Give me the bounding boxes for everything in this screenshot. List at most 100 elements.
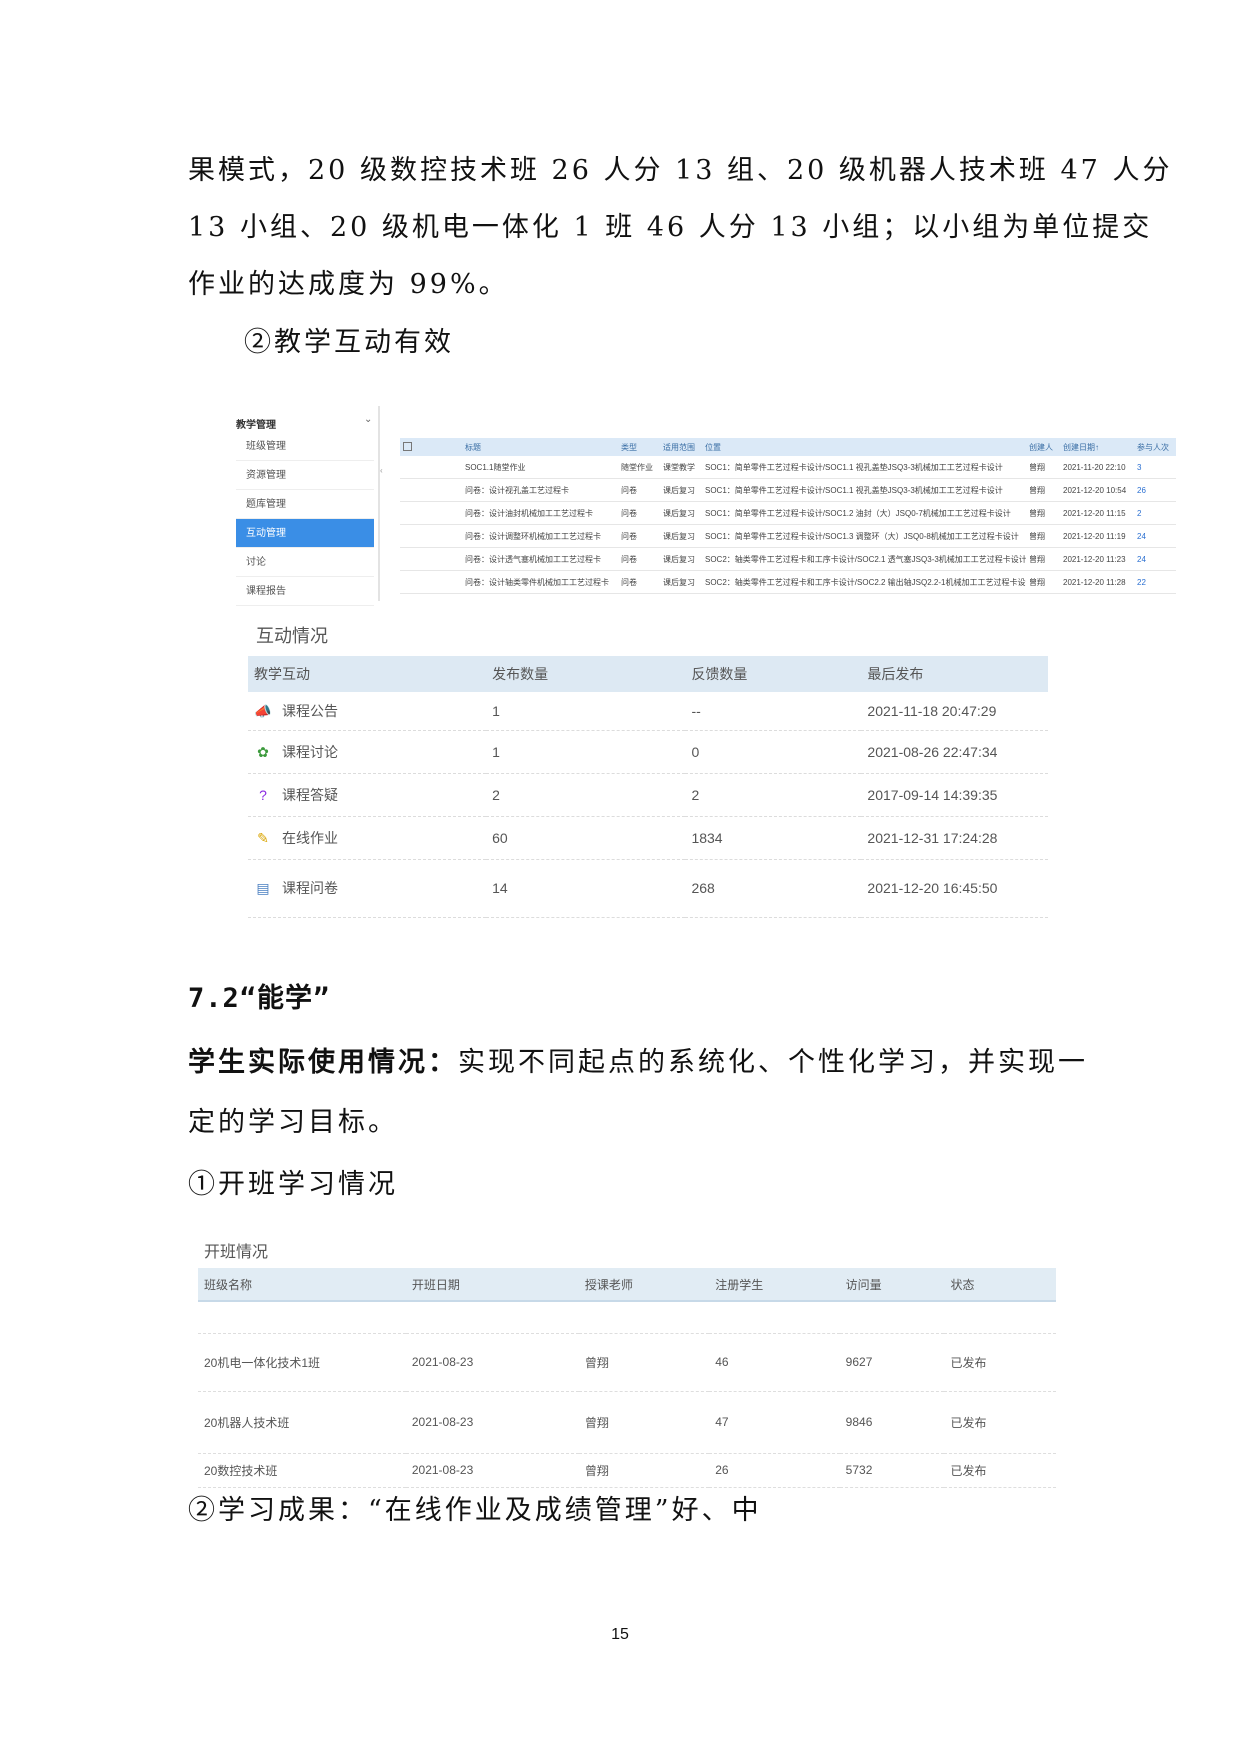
classes-screenshot: 开班情况 班级名称 开班日期 授课老师 注册学生 访问量 状态 20机电一体化技术1班 20…: [198, 1230, 1056, 1488]
sidebar-item[interactable]: 互动管理: [236, 519, 374, 548]
subheading-open-class: ①开班学习情况: [188, 1169, 398, 1200]
class-cell[interactable]: 20机器人技术班: [198, 1391, 406, 1454]
select-all-checkbox[interactable]: [400, 438, 462, 456]
feedback-count: 0: [685, 730, 862, 774]
table-cell: 2021-12-20 10:54: [1060, 478, 1134, 502]
table-cell[interactable]: 24: [1134, 547, 1176, 571]
column-header: 班级名称: [198, 1268, 406, 1302]
table-cell: 课后复习: [660, 570, 702, 594]
last-published: 2021-12-20 16:45:50: [861, 859, 1048, 918]
chevron-down-icon[interactable]: ⌄: [364, 414, 372, 425]
table-cell: 问卷: [618, 524, 660, 548]
interaction-type-label[interactable]: 课程问卷: [282, 880, 338, 896]
row-checkbox-cell[interactable]: [400, 547, 462, 571]
collapse-handle[interactable]: ‹: [380, 466, 386, 496]
table-cell: 课后复习: [660, 478, 702, 502]
row-checkbox-cell[interactable]: [400, 478, 462, 502]
table-cell: 问卷: [618, 570, 660, 594]
class-row[interactable]: 20机电一体化技术1班 2021-08-23 曾翔 46 9627 已发布: [198, 1333, 1056, 1392]
class-row[interactable]: 20机器人技术班 2021-08-23 曾翔 47 9846 已发布: [198, 1391, 1056, 1454]
class-cell: 已发布: [944, 1333, 1056, 1392]
table-row[interactable]: SOC1.1随堂作业 随堂作业 课堂教学 SOC1：简单零件工艺过程卡设计/SOC1.…: [400, 456, 1176, 479]
column-header[interactable]: 类型: [618, 438, 660, 456]
published-count: 14: [486, 859, 686, 918]
interaction-row[interactable]: ▤ 课程问卷 14 268 2021-12-20 16:45:50: [248, 859, 1048, 918]
student-usage-line-2: 定的学习目标。: [188, 1107, 398, 1138]
subheading-interaction: ②教学互动有效: [244, 327, 454, 358]
interaction-row[interactable]: ? 课程答疑 2 2 2017-09-14 14:39:35: [248, 773, 1048, 817]
sidebar-title: 教学管理: [236, 420, 276, 431]
row-checkbox-cell[interactable]: [400, 456, 462, 479]
last-published: 2021-11-18 20:47:29: [861, 692, 1048, 731]
column-header[interactable]: 创建日期↑: [1060, 438, 1134, 456]
column-header[interactable]: 标题: [462, 438, 618, 456]
table-cell[interactable]: 26: [1134, 478, 1176, 502]
row-checkbox-cell[interactable]: [400, 501, 462, 525]
interaction-type-label[interactable]: 课程答疑: [282, 787, 338, 803]
column-header[interactable]: 创建人: [1026, 438, 1060, 456]
published-count: 1: [486, 692, 686, 731]
class-cell: 47: [709, 1391, 840, 1454]
table-cell[interactable]: 24: [1134, 524, 1176, 548]
table-row[interactable]: 问卷：设计油封机械加工工艺过程卡 问卷 课后复习 SOC1：简单零件工艺过程卡设计/S…: [400, 501, 1176, 525]
interaction-type-label[interactable]: 课程讨论: [282, 744, 338, 760]
sidebar-item[interactable]: 讨论: [236, 548, 374, 577]
interaction-row[interactable]: ✿ 课程讨论 1 0 2021-08-26 22:47:34: [248, 730, 1048, 774]
table-row[interactable]: 问卷：设计调整环机械加工工艺过程卡 问卷 课后复习 SOC1：简单零件工艺过程卡设计/…: [400, 524, 1176, 548]
column-header[interactable]: 位置: [702, 438, 1026, 456]
table-cell: 2021-12-20 11:23: [1060, 547, 1134, 571]
column-header[interactable]: 参与人次: [1134, 438, 1176, 456]
sidebar-item[interactable]: 课程报告: [236, 577, 374, 606]
row-checkbox-cell[interactable]: [400, 524, 462, 548]
sidebar-item[interactable]: 资源管理: [236, 461, 374, 490]
feedback-count: 1834: [685, 816, 862, 860]
interaction-table: 教学互动 发布数量 反馈数量 最后发布 📣 课程公告 1 -- 2021-11-18 20:4…: [248, 656, 1048, 918]
row-checkbox-cell[interactable]: [400, 570, 462, 594]
class-cell: 9627: [839, 1333, 945, 1392]
table-cell: 问卷: [618, 547, 660, 571]
table-cell: SOC1.1随堂作业: [462, 456, 618, 479]
table-cell: 曾翔: [1026, 570, 1060, 594]
class-row[interactable]: 20数控技术班 2021-08-23 曾翔 26 5732 已发布: [198, 1453, 1056, 1488]
class-cell: 46: [709, 1333, 840, 1392]
class-cell[interactable]: 20数控技术班: [198, 1453, 406, 1488]
table-cell: SOC2：轴类零件工艺过程卡和工序卡设计/SOC2.2 输出轴JSQ2.2-1机…: [702, 570, 1026, 594]
interaction-title: 互动情况: [256, 626, 328, 646]
class-cell: 曾翔: [578, 1453, 710, 1488]
announcement-icon: 📣: [254, 702, 272, 719]
document-page: 果模式，20 级数控技术班 26 人分 13 组、20 级机器人技术班 47 人…: [0, 0, 1240, 1753]
table-cell[interactable]: 2: [1134, 501, 1176, 525]
class-cell[interactable]: 20机电一体化技术1班: [198, 1333, 406, 1392]
interaction-type-label[interactable]: 课程公告: [282, 703, 338, 719]
document-icon: ▤: [256, 880, 270, 896]
table-cell[interactable]: 3: [1134, 456, 1176, 479]
table-row[interactable]: 问卷：设计透气塞机械加工工艺过程卡 问卷 课后复习 SOC2：轴类零件工艺过程卡和工序…: [400, 547, 1176, 571]
interaction-type-label[interactable]: 在线作业: [282, 830, 338, 846]
table-cell: 问卷：设计调整环机械加工工艺过程卡: [462, 524, 618, 548]
feedback-count: 268: [685, 859, 862, 918]
table-row[interactable]: 问卷：设计视孔盖工艺过程卡 问卷 课后复习 SOC1：简单零件工艺过程卡设计/SOC1…: [400, 478, 1176, 502]
interaction-row[interactable]: ✎ 在线作业 60 1834 2021-12-31 17:24:28: [248, 816, 1048, 860]
table-cell[interactable]: 22: [1134, 570, 1176, 594]
last-published: 2021-08-26 22:47:34: [861, 730, 1048, 774]
table-cell: 问卷：设计油封机械加工工艺过程卡: [462, 501, 618, 525]
question-icon: ?: [259, 786, 267, 803]
column-header: 教学互动: [248, 656, 487, 692]
column-header: 最后发布: [861, 656, 1048, 692]
column-header: 发布数量: [486, 656, 686, 692]
table-cell: 课后复习: [660, 501, 702, 525]
table-cell: SOC1：简单零件工艺过程卡设计/SOC1.2 油封（大）JSQ0-7机械加工工…: [702, 501, 1026, 525]
pencil-icon: ✎: [257, 829, 269, 846]
table-cell: 问卷: [618, 478, 660, 502]
checkbox-icon[interactable]: [403, 441, 412, 451]
sidebar-item[interactable]: 题库管理: [236, 490, 374, 519]
column-header: 注册学生: [709, 1268, 840, 1302]
table-cell: 曾翔: [1026, 524, 1060, 548]
column-header[interactable]: 适用范围: [660, 438, 702, 456]
interaction-row[interactable]: 📣 课程公告 1 -- 2021-11-18 20:47:29: [248, 692, 1048, 731]
class-cell: 曾翔: [578, 1333, 710, 1392]
table-row[interactable]: 问卷：设计轴类零件机械加工工艺过程卡 问卷 课后复习 SOC2：轴类零件工艺过程卡和工…: [400, 570, 1176, 594]
table-cell: 曾翔: [1026, 501, 1060, 525]
column-header: 授课老师: [578, 1268, 710, 1302]
sidebar-item[interactable]: 班级管理: [236, 432, 374, 461]
